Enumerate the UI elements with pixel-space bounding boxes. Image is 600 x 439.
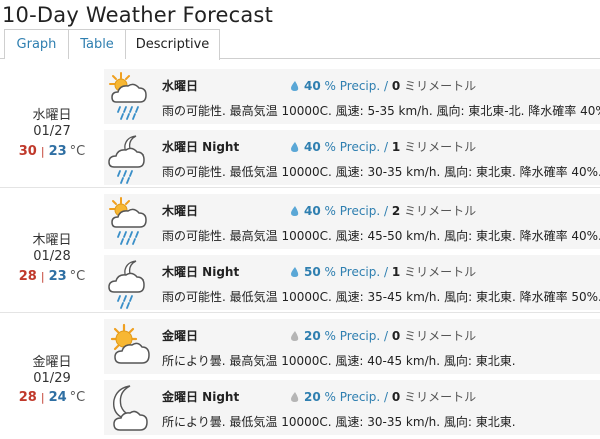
precip-summary: 40 % Precip. / 2 ミリメートル bbox=[290, 202, 476, 219]
precip-amount: 1 bbox=[391, 140, 401, 154]
temp-unit: °C bbox=[69, 269, 86, 284]
date-label: 01/28 bbox=[33, 249, 71, 264]
temp-separator: | bbox=[40, 391, 45, 404]
period-name: 木曜日 bbox=[162, 204, 199, 218]
precip-unit: ミリメートル bbox=[404, 140, 477, 154]
precip-percent: 40 bbox=[304, 140, 321, 154]
precip-unit: ミリメートル bbox=[404, 390, 477, 404]
precip-unit: ミリメートル bbox=[404, 79, 477, 93]
temp-separator: | bbox=[40, 270, 45, 283]
precip-amount: 0 bbox=[391, 390, 401, 404]
period-name: 金曜日 bbox=[162, 329, 199, 343]
precip-summary: 40 % Precip. / 1 ミリメートル bbox=[290, 138, 476, 155]
period-name: 水曜日 Night bbox=[162, 140, 240, 154]
night-cloudy-rain-icon bbox=[108, 135, 145, 184]
precip-amount: 0 bbox=[391, 79, 401, 93]
dry-drop-icon bbox=[291, 392, 299, 402]
precip-percent: 40 bbox=[304, 204, 321, 218]
precip-suffix: % Precip. / bbox=[324, 390, 389, 404]
high-temp: 28 bbox=[18, 269, 37, 284]
low-temp: 23 bbox=[48, 144, 67, 159]
day-period: 木曜日 40 % Precip. / 2 ミリメートル 雨の可能性. 最高気温 … bbox=[104, 194, 600, 249]
period-description: 雨の可能性. 最低気温 10000C. 風速: 35-45 km/h. 風向: … bbox=[162, 290, 600, 304]
temperature-range: 28 | 23 °C bbox=[0, 269, 104, 284]
precip-amount: 2 bbox=[391, 204, 401, 218]
precip-unit: ミリメートル bbox=[404, 329, 477, 343]
period-description: 雨の可能性. 最低気温 10000C. 風速: 30-35 km/h. 風向: … bbox=[162, 165, 600, 179]
weekday-label: 金曜日 bbox=[32, 355, 72, 370]
period-description: 所により曇. 最高気温 10000C. 風速: 40-45 km/h. 風向: … bbox=[162, 354, 516, 368]
tab-bar: Graph Table Descriptive bbox=[0, 29, 600, 60]
period-description: 雨の可能性. 最高気温 10000C. 風速: 45-50 km/h. 風向: … bbox=[162, 229, 600, 243]
temp-unit: °C bbox=[69, 144, 86, 159]
sun-cloud-icon bbox=[110, 323, 150, 364]
low-temp: 24 bbox=[48, 390, 67, 405]
precip-percent: 20 bbox=[304, 329, 321, 343]
precip-summary: 20 % Precip. / 0 ミリメートル bbox=[290, 388, 476, 405]
period-name: 水曜日 bbox=[162, 79, 199, 93]
tab-descriptive[interactable]: Descriptive bbox=[126, 29, 220, 60]
temperature-range: 28 | 24 °C bbox=[0, 390, 104, 405]
precip-suffix: % Precip. / bbox=[324, 329, 389, 343]
precip-suffix: % Precip. / bbox=[324, 204, 389, 218]
date-column: 金曜日 01/29 28 | 24 °C bbox=[0, 314, 104, 439]
temp-separator: | bbox=[40, 145, 45, 158]
high-temp: 30 bbox=[18, 144, 37, 159]
rain-drop-icon bbox=[291, 267, 299, 277]
temperature-range: 30 | 23 °C bbox=[0, 144, 104, 159]
night-period: 金曜日 Night 20 % Precip. / 0 ミリメートル 所により曇.… bbox=[104, 380, 600, 435]
rain-drop-icon bbox=[291, 81, 299, 91]
date-column: 木曜日 01/28 28 | 23 °C bbox=[0, 189, 104, 312]
partly-cloudy-rain-icon bbox=[104, 194, 147, 245]
precip-suffix: % Precip. / bbox=[324, 140, 389, 154]
weekday-label: 木曜日 bbox=[32, 233, 72, 248]
precip-summary: 40 % Precip. / 0 ミリメートル bbox=[290, 77, 476, 94]
night-period: 木曜日 Night 50 % Precip. / 1 ミリメートル 雨の可能性.… bbox=[104, 255, 600, 310]
precip-percent: 40 bbox=[304, 79, 321, 93]
precip-unit: ミリメートル bbox=[404, 204, 477, 218]
dry-drop-icon bbox=[291, 331, 299, 341]
precip-amount: 0 bbox=[391, 329, 401, 343]
precip-suffix: % Precip. / bbox=[324, 79, 389, 93]
forecast-day-row: 水曜日 01/27 30 | 23 °C 水曜日 40 % Precip. / 0 ミ… bbox=[0, 64, 600, 188]
temp-unit: °C bbox=[69, 390, 86, 405]
period-name: 金曜日 Night bbox=[162, 390, 240, 404]
date-label: 01/27 bbox=[33, 124, 71, 139]
forecast-day-row: 金曜日 01/29 28 | 24 °C 金曜日 20 % Precip. / 0 ミ… bbox=[0, 314, 600, 439]
page-title: 10-Day Weather Forecast bbox=[2, 3, 273, 27]
night-period: 水曜日 Night 40 % Precip. / 1 ミリメートル 雨の可能性.… bbox=[104, 130, 600, 185]
period-description: 雨の可能性. 最高気温 10000C. 風速: 5-35 km/h. 風向: 東… bbox=[162, 104, 600, 118]
tab-table[interactable]: Table bbox=[68, 29, 126, 59]
precip-unit: ミリメートル bbox=[404, 265, 477, 279]
rain-drop-icon bbox=[291, 142, 299, 152]
rain-drop-icon bbox=[291, 206, 299, 216]
partly-cloudy-rain-icon bbox=[104, 69, 147, 120]
period-description: 所により曇. 最低気温 10000C. 風速: 30-35 km/h. 風向: … bbox=[162, 415, 516, 429]
forecast-day-row: 木曜日 01/28 28 | 23 °C 木曜日 40 % Precip. / 2 ミ… bbox=[0, 189, 600, 313]
precip-percent: 50 bbox=[304, 265, 321, 279]
night-cloudy-rain-icon bbox=[108, 260, 145, 309]
precip-suffix: % Precip. / bbox=[324, 265, 389, 279]
precip-summary: 50 % Precip. / 1 ミリメートル bbox=[290, 263, 476, 280]
high-temp: 28 bbox=[18, 390, 37, 405]
day-period: 水曜日 40 % Precip. / 0 ミリメートル 雨の可能性. 最高気温 … bbox=[104, 69, 600, 124]
low-temp: 23 bbox=[48, 269, 67, 284]
period-name: 木曜日 Night bbox=[162, 265, 240, 279]
precip-summary: 20 % Precip. / 0 ミリメートル bbox=[290, 327, 476, 344]
date-column: 水曜日 01/27 30 | 23 °C bbox=[0, 64, 104, 187]
weekday-label: 水曜日 bbox=[32, 108, 72, 123]
precip-amount: 1 bbox=[391, 265, 401, 279]
moon-cloud-icon bbox=[113, 385, 148, 431]
day-period: 金曜日 20 % Precip. / 0 ミリメートル 所により曇. 最高気温 … bbox=[104, 319, 600, 374]
precip-percent: 20 bbox=[304, 390, 321, 404]
date-label: 01/29 bbox=[33, 371, 71, 386]
tab-graph[interactable]: Graph bbox=[4, 29, 68, 59]
